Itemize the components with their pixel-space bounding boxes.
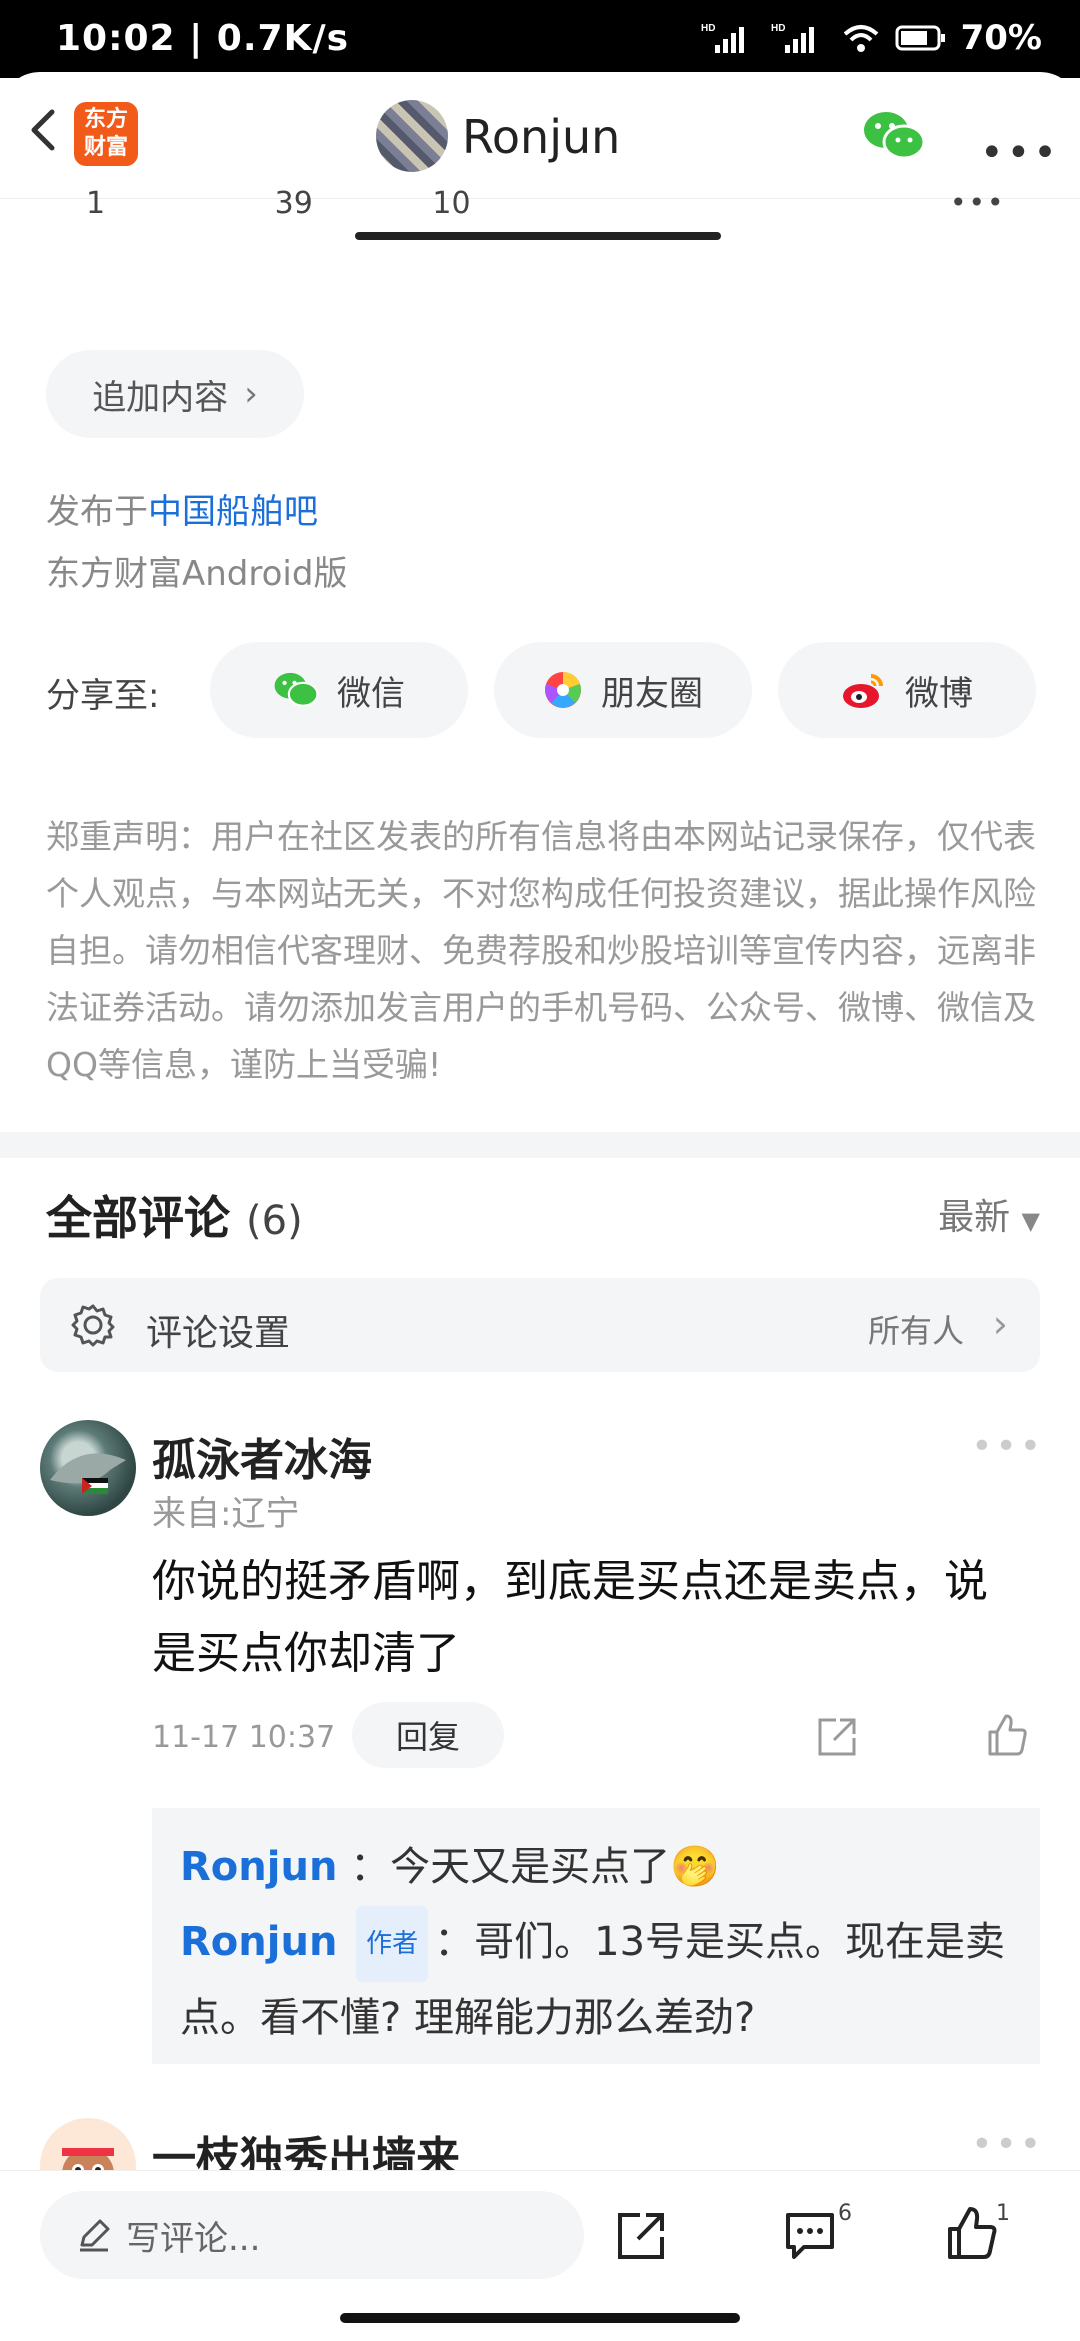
- comments-title: 全部评论: [46, 1191, 230, 1245]
- gear-icon: [71, 1304, 115, 1347]
- svg-text:HD: HD: [771, 23, 785, 34]
- comment-count: 39: [274, 186, 313, 221]
- comments-count: (6): [246, 1198, 303, 1244]
- share-weibo-label: 微博: [905, 673, 973, 714]
- share-icon[interactable]: [614, 2207, 670, 2263]
- published-in: 发布于中国船舶吧: [46, 484, 318, 533]
- reply-item[interactable]: Ronjun 作者 ：哥们。13号是买点。现在是卖点。看不懂? 理解能力那么差劲?: [180, 1906, 1020, 2054]
- section-divider: [0, 1132, 1080, 1158]
- comments-heading: 全部评论 (6): [46, 1182, 303, 1248]
- chevron-right-icon: ›: [244, 374, 258, 414]
- comment-count-badge: 6: [838, 2201, 852, 2226]
- signal-icon: HD: [701, 23, 744, 53]
- share-icon[interactable]: [814, 1714, 860, 1760]
- share-wechat-button[interactable]: 微信: [210, 642, 468, 738]
- comment-settings-label: 评论设置: [146, 1313, 291, 1354]
- emoji-icon: 🤭: [670, 1844, 720, 1890]
- post-more-icon[interactable]: •••: [950, 186, 1006, 219]
- wechat-icon: [274, 672, 319, 707]
- reply-button[interactable]: 回复: [352, 1702, 504, 1768]
- comment-settings-value: 所有人: [867, 1312, 964, 1350]
- thumbs-up-icon[interactable]: [984, 1712, 1030, 1758]
- comments-button[interactable]: [782, 2207, 838, 2267]
- wifi-icon: [843, 25, 878, 52]
- share-label: 分享至:: [46, 676, 160, 716]
- page-title[interactable]: Ronjun: [462, 110, 620, 164]
- scroll-indicator: [355, 232, 721, 240]
- shark-avatar-icon: [50, 1453, 126, 1494]
- author-badge: 作者: [356, 1906, 429, 1982]
- write-comment-placeholder: 写评论...: [126, 2218, 261, 2259]
- caret-down-icon: ▼: [1021, 1207, 1040, 1235]
- author-avatar[interactable]: [376, 100, 448, 172]
- reply-thread: Ronjun ：今天又是买点了🤭 Ronjun 作者 ：哥们。13号是买点。现在是…: [152, 1808, 1040, 2064]
- status-bar: 10:02 | 0.7K/s HD HD 70%: [0, 0, 1080, 78]
- top-nav: 东方财富 Ronjun •••: [0, 72, 1080, 199]
- share-moments-label: 朋友圈: [601, 673, 703, 714]
- back-arrow-icon[interactable]: [18, 102, 74, 158]
- sort-dropdown[interactable]: 最新 ▼: [938, 1188, 1040, 1240]
- like-button[interactable]: [944, 2205, 1000, 2265]
- disclaimer-text: 郑重声明：用户在社区发表的所有信息将由本网站记录保存，仅代表个人观点，与本网站无…: [46, 817, 1036, 1084]
- chevron-right-icon: ›: [992, 1302, 1008, 1346]
- append-content-button[interactable]: 追加内容 ›: [46, 350, 304, 438]
- moments-icon: [545, 672, 581, 708]
- like-count-badge: 1: [996, 2201, 1010, 2226]
- reply-author[interactable]: Ronjun: [180, 1919, 337, 1965]
- comment-text: 你说的挺矛盾啊，到底是买点还是卖点，说是买点你却清了: [152, 1556, 988, 1679]
- reply-item[interactable]: Ronjun ：今天又是买点了🤭: [180, 1834, 720, 1892]
- forum-link[interactable]: 中国船舶吧: [148, 492, 318, 532]
- client-info: 东方财富Android版: [46, 554, 348, 594]
- status-icons: HD HD 70%: [701, 18, 1042, 58]
- commenter-avatar[interactable]: [40, 1420, 136, 1516]
- share-wechat-label: 微信: [337, 673, 405, 714]
- home-indicator: [340, 2313, 740, 2323]
- forward-count: 1: [86, 186, 106, 221]
- bottom-action-bar: 写评论... 6 1: [0, 2170, 1080, 2341]
- commenter-location: 来自:辽宁: [152, 1494, 300, 1534]
- comment-time: 11-17 10:37: [152, 1720, 336, 1755]
- status-time: 10:02 | 0.7K/s: [56, 18, 350, 59]
- share-moments-button[interactable]: 朋友圈: [494, 642, 752, 738]
- battery-icon: [895, 25, 945, 51]
- svg-text:HD: HD: [701, 23, 715, 34]
- write-comment-input[interactable]: 写评论...: [40, 2191, 584, 2279]
- weibo-icon: [843, 674, 883, 708]
- post-stats-row: 1 39 10: [86, 186, 471, 221]
- commenter-name[interactable]: 孤泳者冰海: [152, 1424, 372, 1488]
- comment-more-icon[interactable]: •••: [971, 1426, 1044, 1467]
- pencil-icon: [80, 2219, 110, 2252]
- thumbs-up-icon: [948, 2207, 997, 2259]
- wechat-icon[interactable]: [862, 108, 926, 164]
- reply-author[interactable]: Ronjun: [180, 1844, 337, 1890]
- comment-icon: [786, 2213, 834, 2259]
- comment-settings-row[interactable]: 评论设置 所有人 ›: [40, 1278, 1040, 1372]
- reply-text: ：今天又是买点了: [350, 1844, 671, 1890]
- battery-percent: 70%: [960, 18, 1042, 58]
- append-content-label: 追加内容: [92, 377, 229, 418]
- more-options-icon[interactable]: •••: [980, 130, 1060, 176]
- sort-label: 最新: [938, 1197, 1011, 1238]
- signal-icon: HD: [771, 23, 814, 53]
- share-weibo-button[interactable]: 微博: [778, 642, 1036, 738]
- like-count: 10: [432, 186, 471, 221]
- app-logo[interactable]: 东方财富: [74, 102, 138, 166]
- published-prefix: 发布于: [46, 492, 148, 532]
- comment-more-icon[interactable]: •••: [971, 2124, 1044, 2165]
